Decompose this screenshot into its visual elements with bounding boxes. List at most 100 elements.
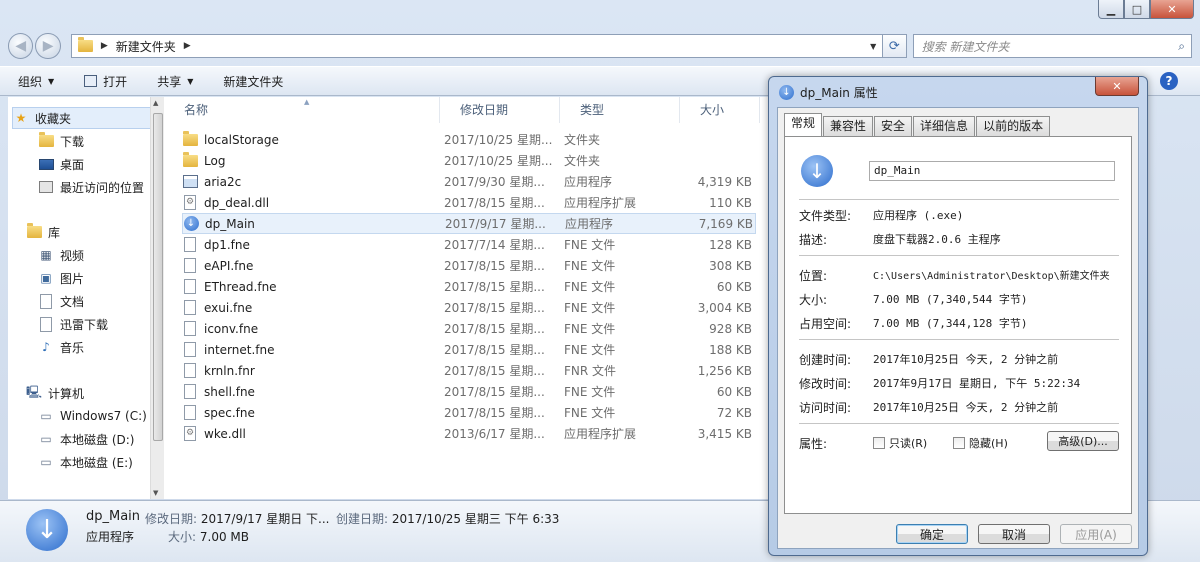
file-icon [182,405,198,421]
nav-documents[interactable]: 文档 [38,290,84,312]
new-folder-button[interactable]: 新建文件夹 [223,73,283,90]
file-name-cell[interactable]: internet.fne [182,342,444,358]
checkbox-box[interactable] [873,437,885,449]
minimize-button[interactable]: ▁ [1098,0,1124,19]
nav-label: 计算机 [48,386,85,401]
nav-thunder[interactable]: 迅雷下载 [38,313,108,335]
thunder-download-icon [38,316,54,332]
file-name-cell[interactable]: iconv.fne [182,321,444,337]
file-row[interactable]: ↓ dp_Main 2017/9/17 星期... 应用程序 7,169 KB [182,213,756,234]
download-app-icon: ↓ [779,85,794,100]
column-name[interactable]: 名称 [164,97,440,123]
tab-general[interactable]: 常规 [784,113,823,136]
maximize-button[interactable]: □ [1124,0,1150,19]
file-row[interactable]: EThread.fne 2017/8/15 星期... FNE 文件 60 KB [182,276,756,297]
file-row[interactable]: eAPI.fne 2017/8/15 星期... FNE 文件 308 KB [182,255,756,276]
nav-drive-e[interactable]: ▭ 本地磁盘 (E:) [38,451,132,473]
nav-drive-d[interactable]: ▭ 本地磁盘 (D:) [38,428,134,450]
file-name-cell[interactable]: dp1.fne [182,237,444,253]
column-type[interactable]: 类型 [560,97,680,123]
tab-details[interactable]: 详细信息 [913,116,976,136]
nav-label: 下载 [60,134,85,149]
organize-button[interactable]: 组织 ▼ [18,73,54,90]
forward-button[interactable]: ▶ [35,33,61,59]
breadcrumb-chevron-icon[interactable]: ▶ [101,41,108,51]
file-row[interactable]: shell.fne 2017/8/15 星期... FNE 文件 60 KB [182,381,756,402]
file-row[interactable]: wke.dll 2013/6/17 星期... 应用程序扩展 3,415 KB [182,423,756,444]
file-type: FNE 文件 [564,259,616,273]
breadcrumb-current[interactable]: 新建文件夹 [116,38,176,55]
scroll-down-icon[interactable]: ▼ [153,489,158,497]
nav-pictures[interactable]: ▣ 图片 [38,267,84,289]
cancel-button[interactable]: 取消 [978,524,1050,544]
file-icon [182,363,198,379]
search-input[interactable]: 搜索 新建文件夹 ⌕ [912,34,1192,58]
open-button[interactable]: 打开 [84,73,127,90]
file-row[interactable]: dp_deal.dll 2017/8/15 星期... 应用程序扩展 110 KB [182,192,756,213]
readonly-checkbox[interactable]: 只读(R) [873,435,927,451]
file-row[interactable]: iconv.fne 2017/8/15 星期... FNE 文件 928 KB [182,318,756,339]
file-name-cell[interactable]: spec.fne [182,405,444,421]
file-row[interactable]: exui.fne 2017/8/15 星期... FNE 文件 3,004 KB [182,297,756,318]
file-name-cell[interactable]: localStorage [182,130,444,148]
column-size[interactable]: 大小 [680,97,760,123]
file-name-cell[interactable]: eAPI.fne [182,258,444,274]
nav-downloads[interactable]: 下载 [38,130,84,152]
file-row[interactable]: krnln.fnr 2017/8/15 星期... FNR 文件 1,256 KB [182,360,756,381]
nav-label: 收藏夹 [35,111,72,126]
address-dropdown-icon[interactable]: ▼ [864,42,882,51]
back-arrow-icon: ◀ [15,38,27,54]
file-date: 2017/9/17 星期... [445,217,546,231]
share-label: 共享 [157,74,182,89]
nav-videos[interactable]: ▦ 视频 [38,244,84,266]
scrollbar-thumb[interactable] [153,113,163,441]
file-row[interactable]: aria2c 2017/9/30 星期... 应用程序 4,319 KB [182,171,756,192]
advanced-button[interactable]: 高级(D)... [1047,431,1119,451]
filename-input[interactable]: dp_Main [869,161,1115,181]
address-bar[interactable]: ▶ 新建文件夹 ▶ ▼ [70,34,884,58]
scroll-up-icon[interactable]: ▲ [153,99,158,107]
file-name-cell[interactable]: shell.fne [182,384,444,400]
tab-security[interactable]: 安全 [874,116,913,136]
dialog-close-button[interactable]: ✕ [1095,77,1139,96]
tab-compatibility[interactable]: 兼容性 [823,116,874,136]
refresh-button[interactable]: ⟳ [883,34,907,58]
nav-music[interactable]: ♪ 音乐 [38,336,84,358]
file-name-cell[interactable]: krnln.fnr [182,363,444,379]
file-name-cell[interactable]: EThread.fne [182,279,444,295]
close-button[interactable]: ✕ [1150,0,1194,19]
file-name-cell[interactable]: wke.dll [182,426,444,442]
nav-scrollbar[interactable]: ▲ ▼ [150,97,164,499]
file-row[interactable]: spec.fne 2017/8/15 星期... FNE 文件 72 KB [182,402,756,423]
nav-desktop[interactable]: 桌面 [38,153,84,175]
ok-button[interactable]: 确定 [896,524,968,544]
share-button[interactable]: 共享 ▼ [157,73,193,90]
search-icon[interactable]: ⌕ [1178,39,1185,54]
file-row[interactable]: internet.fne 2017/8/15 星期... FNE 文件 188 KB [182,339,756,360]
file-name-cell[interactable]: ↓ dp_Main [183,216,445,232]
file-name-cell[interactable]: Log [182,151,444,169]
file-row[interactable]: Log 2017/10/25 星期... 文件夹 [182,150,756,171]
nav-computer[interactable]: 🖳 计算机 [26,382,84,404]
file-list: 名称 修改日期 类型 大小 ▲ localStorage 2017/10/25 星… [164,97,768,499]
nav-drive-c[interactable]: ▭ Windows7 (C:) [38,405,146,427]
help-icon[interactable]: ? [1160,72,1178,90]
checkbox-box[interactable] [953,437,965,449]
file-name-cell[interactable]: dp_deal.dll [182,195,444,211]
hidden-checkbox[interactable]: 隐藏(H) [953,435,1008,451]
column-date[interactable]: 修改日期 [440,97,560,123]
nav-libraries[interactable]: 库 [26,221,60,243]
breadcrumb-chevron-icon[interactable]: ▶ [184,41,191,51]
nav-recent[interactable]: 最近访问的位置 [38,176,144,198]
nav-favorites[interactable]: ★ 收藏夹 [12,107,154,129]
file-row[interactable]: localStorage 2017/10/25 星期... 文件夹 [182,129,756,150]
file-name-cell[interactable]: exui.fne [182,300,444,316]
tab-previous-versions[interactable]: 以前的版本 [976,116,1051,136]
file-row[interactable]: dp1.fne 2017/7/14 星期... FNE 文件 128 KB [182,234,756,255]
file-type: 应用程序扩展 [564,427,637,441]
back-button[interactable]: ◀ [8,33,34,59]
file-name-cell[interactable]: aria2c [182,174,444,190]
details-size-value: 7.00 MB [199,530,249,544]
folder-icon [182,130,198,148]
folder-icon [77,37,93,52]
